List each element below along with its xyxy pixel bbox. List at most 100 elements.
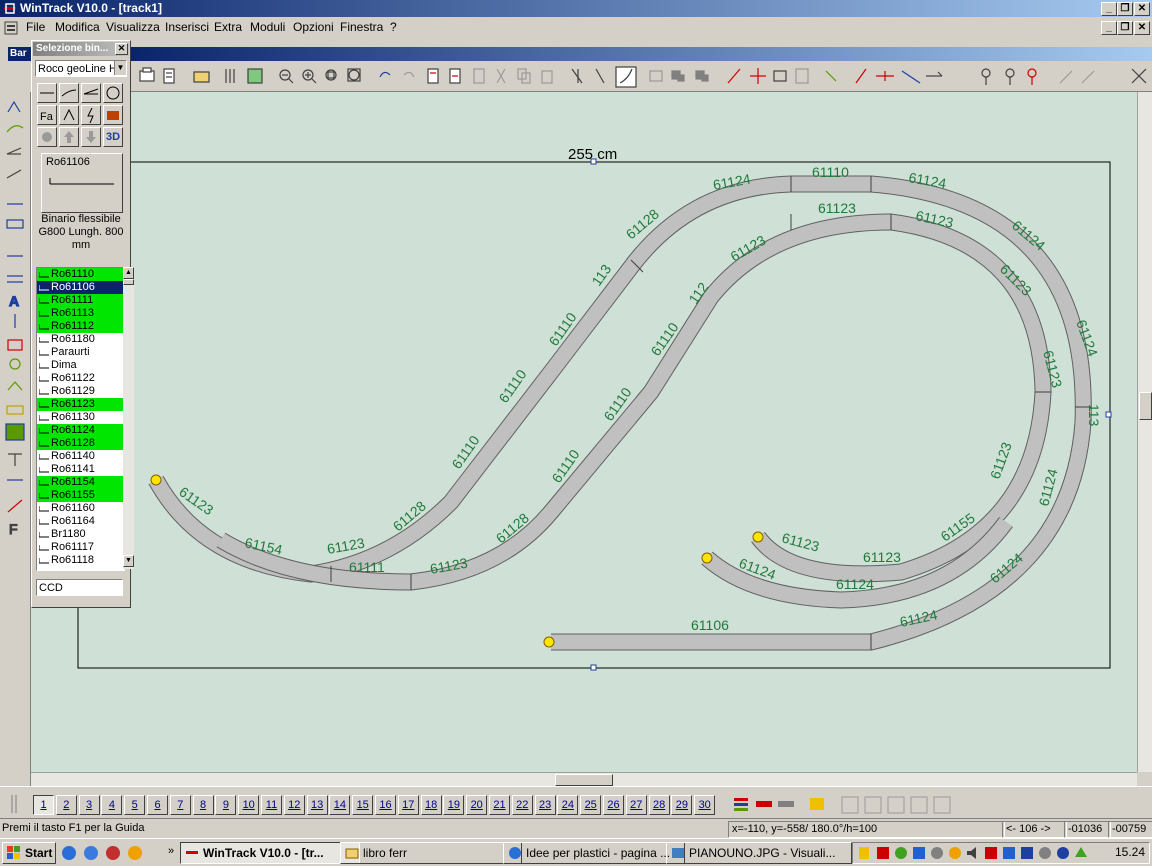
track-list-item[interactable]: Ro61130 [37, 411, 124, 424]
layer-button[interactable]: 29 [671, 795, 693, 815]
track-list-item[interactable]: Ro61118 [37, 554, 124, 567]
wintrack-app-icon[interactable] [3, 2, 17, 15]
menu-finestra[interactable]: Finestra [340, 20, 383, 34]
menu-visualizza[interactable]: Visualizza [106, 20, 160, 34]
menu-file[interactable]: File [26, 20, 45, 34]
menu-extra[interactable]: Extra [214, 20, 242, 34]
document-icon[interactable] [4, 21, 18, 35]
track-list-item[interactable]: Ro61122 [37, 372, 124, 385]
layer-button[interactable]: 14 [329, 795, 351, 815]
pen-icon[interactable] [7, 499, 23, 513]
train-icon[interactable] [773, 70, 787, 82]
cut-icon[interactable] [496, 68, 506, 84]
menu-help[interactable]: ? [390, 20, 397, 34]
turnout-icon[interactable] [6, 147, 22, 155]
tree-icon[interactable] [9, 358, 21, 370]
turnout-button[interactable] [81, 83, 101, 103]
close-button[interactable]: ✕ [1134, 2, 1150, 16]
measure-icon[interactable] [727, 68, 741, 84]
menu-modifica[interactable]: Modifica [55, 20, 100, 34]
track-layout-svg[interactable]: 255 cm 61110 61124 61124 61128 61124 113… [31, 92, 1137, 772]
split-icon[interactable] [876, 71, 894, 81]
hand-button[interactable] [37, 127, 57, 147]
layer-button[interactable]: 18 [420, 795, 442, 815]
layer-red-icon[interactable] [756, 801, 772, 807]
layer-button[interactable]: 25 [580, 795, 602, 815]
scroll-up-arrow-icon[interactable]: ▲ [123, 267, 134, 279]
layer-button[interactable]: 30 [694, 795, 716, 815]
preview-icon[interactable] [163, 68, 175, 84]
layer-button[interactable]: 2 [55, 795, 77, 815]
connect-icon[interactable] [855, 68, 867, 84]
arrow-right-icon[interactable] [926, 71, 943, 77]
track-list-item[interactable]: Br1180 [37, 528, 124, 541]
view4-icon[interactable] [910, 796, 928, 814]
layer-button[interactable]: 9 [215, 795, 237, 815]
layout-icon[interactable] [795, 68, 809, 84]
accessory-button[interactable] [103, 105, 123, 125]
track-list-item[interactable]: Ro61128 [37, 437, 124, 450]
layer-button[interactable]: 27 [625, 795, 647, 815]
volume-icon[interactable] [967, 847, 976, 859]
track-list-item[interactable]: Ro61123 [37, 398, 124, 411]
child-restore-button[interactable]: ❐ [1117, 21, 1133, 35]
group-icon[interactable] [671, 70, 685, 82]
track-list-item[interactable]: Ro61117 [37, 541, 124, 554]
layer-button[interactable]: 21 [489, 795, 510, 815]
signal3-icon[interactable] [1027, 68, 1037, 85]
figure-icon[interactable] [7, 381, 23, 391]
page-icon[interactable] [473, 68, 485, 84]
zoom-window-icon[interactable] [325, 69, 337, 81]
quick-launch-more[interactable]: » [168, 845, 174, 857]
layer-button[interactable]: 4 [101, 795, 123, 815]
layer-button[interactable]: 12 [283, 795, 305, 815]
format-icon[interactable]: F [8, 520, 18, 537]
vertical-scrollbar[interactable] [1137, 92, 1152, 772]
outline-handle-bottom[interactable] [590, 664, 597, 671]
layer-button[interactable]: 28 [648, 795, 670, 815]
outlook-icon[interactable] [84, 846, 98, 860]
tray-app9-icon[interactable] [1057, 847, 1069, 859]
properties-icon[interactable] [427, 68, 439, 84]
menu-inserisci[interactable]: Inserisci [165, 20, 209, 34]
zoom-all-icon[interactable] [347, 68, 361, 82]
signal2-icon[interactable] [1005, 68, 1015, 85]
text-icon[interactable]: A [8, 292, 19, 309]
menu-opzioni[interactable]: Opzioni [293, 20, 334, 34]
track-list-item[interactable]: Ro61154 [37, 476, 124, 489]
layer-button[interactable]: 15 [352, 795, 374, 815]
track-list-item[interactable]: Ro61110 [37, 268, 124, 281]
horizontal-scroll-thumb[interactable] [555, 774, 613, 786]
shield-icon[interactable] [859, 847, 869, 859]
electrical-button[interactable] [81, 105, 101, 125]
layer-button[interactable]: 24 [557, 795, 579, 815]
layer-button[interactable]: 8 [192, 795, 214, 815]
track-list-item[interactable]: Ro61129 [37, 385, 124, 398]
palette-close-button[interactable]: ✕ [115, 43, 128, 55]
horizontal-scrollbar[interactable] [31, 772, 1137, 787]
view3-icon[interactable] [887, 796, 905, 814]
insert-icon[interactable] [449, 68, 461, 84]
track-list-item[interactable]: Ro61140 [37, 450, 124, 463]
tray-app6-icon[interactable] [985, 847, 997, 859]
track-list[interactable]: Ro61110 Ro61106 Ro61111 Ro61113 Ro61112 Ro611… [36, 267, 125, 571]
player-icon[interactable] [128, 846, 142, 860]
filter-input[interactable]: CCD [36, 579, 123, 596]
track-list-item[interactable]: Ro61155 [37, 489, 124, 502]
view1-icon[interactable] [841, 796, 859, 814]
layer-button[interactable]: 10 [238, 795, 260, 815]
layer-button[interactable]: 6 [147, 795, 168, 815]
track-list-item[interactable]: Ro61106 [37, 281, 124, 294]
network-icon[interactable] [1003, 847, 1015, 859]
child-close-button[interactable]: ✕ [1134, 21, 1150, 35]
track-list-item[interactable]: Ro61112 [37, 320, 124, 333]
zoom-in-icon[interactable] [302, 69, 317, 84]
layer-button[interactable]: 1 [33, 795, 54, 815]
tray-app5-icon[interactable] [949, 847, 961, 859]
layer-button[interactable]: 23 [534, 795, 556, 815]
tray-app7-icon[interactable] [1021, 847, 1033, 859]
tray-app3-icon[interactable] [913, 847, 925, 859]
tray-app8-icon[interactable] [1039, 847, 1051, 859]
zoom-out-icon[interactable] [279, 69, 294, 84]
junction-icon[interactable] [901, 70, 921, 84]
